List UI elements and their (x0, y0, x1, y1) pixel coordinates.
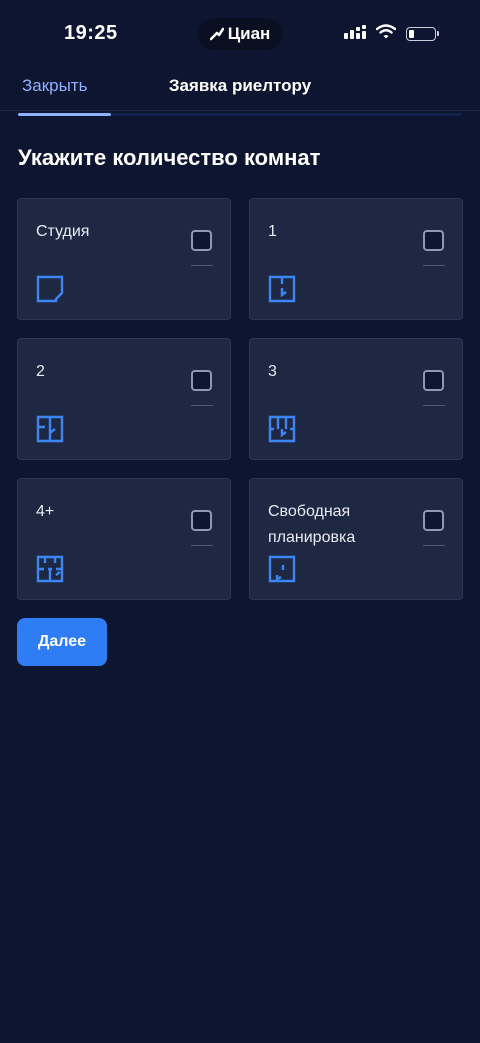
wifi-icon (375, 24, 397, 44)
app-badge[interactable]: Циан (198, 18, 282, 50)
option-label: Свободная планировка (268, 503, 356, 546)
room-count-options: Студия 1 2 3 4+ Свободная планировка (17, 198, 463, 600)
one-room-floorplan-icon (268, 275, 296, 303)
page-header-title: Заявка риелтору (168, 76, 312, 95)
progress-bar (18, 113, 462, 116)
option-label: Студия (36, 223, 90, 240)
option-label: 3 (268, 363, 277, 380)
option-card-3[interactable]: 3 (249, 338, 463, 460)
option-label: 2 (36, 363, 45, 380)
option-checkbox[interactable] (191, 370, 212, 391)
option-card-open-plan[interactable]: Свободная планировка (249, 478, 463, 600)
option-label: 1 (268, 223, 277, 240)
next-button[interactable]: Далее (17, 618, 107, 666)
nav-header: Закрыть Заявка риелтору (0, 66, 480, 111)
option-checkbox[interactable] (423, 370, 444, 391)
status-bar: 19:25 Циан (0, 0, 480, 64)
option-card-4-plus[interactable]: 4+ (17, 478, 231, 600)
cian-logo-icon (209, 27, 224, 41)
option-label: 4+ (36, 503, 55, 520)
two-room-floorplan-icon (36, 415, 64, 443)
app-badge-label: Циан (227, 24, 271, 43)
option-card-2[interactable]: 2 (17, 338, 231, 460)
status-icons (344, 24, 439, 44)
studio-floorplan-icon (36, 275, 64, 303)
option-checkbox[interactable] (191, 230, 212, 251)
open-plan-floorplan-icon (268, 555, 296, 583)
three-room-floorplan-icon (268, 415, 296, 443)
battery-level (409, 30, 414, 38)
option-card-studio[interactable]: Студия (17, 198, 231, 320)
status-time: 19:25 (64, 22, 118, 44)
option-checkbox[interactable] (423, 230, 444, 251)
battery-icon (406, 27, 439, 41)
option-checkbox[interactable] (423, 510, 444, 531)
option-card-1[interactable]: 1 (249, 198, 463, 320)
page-title: Укажите количество комнат (18, 145, 321, 170)
option-checkbox[interactable] (191, 510, 212, 531)
four-plus-room-floorplan-icon (36, 555, 64, 583)
cellular-signal-icon (344, 24, 366, 44)
progress-bar-fill (18, 113, 112, 116)
